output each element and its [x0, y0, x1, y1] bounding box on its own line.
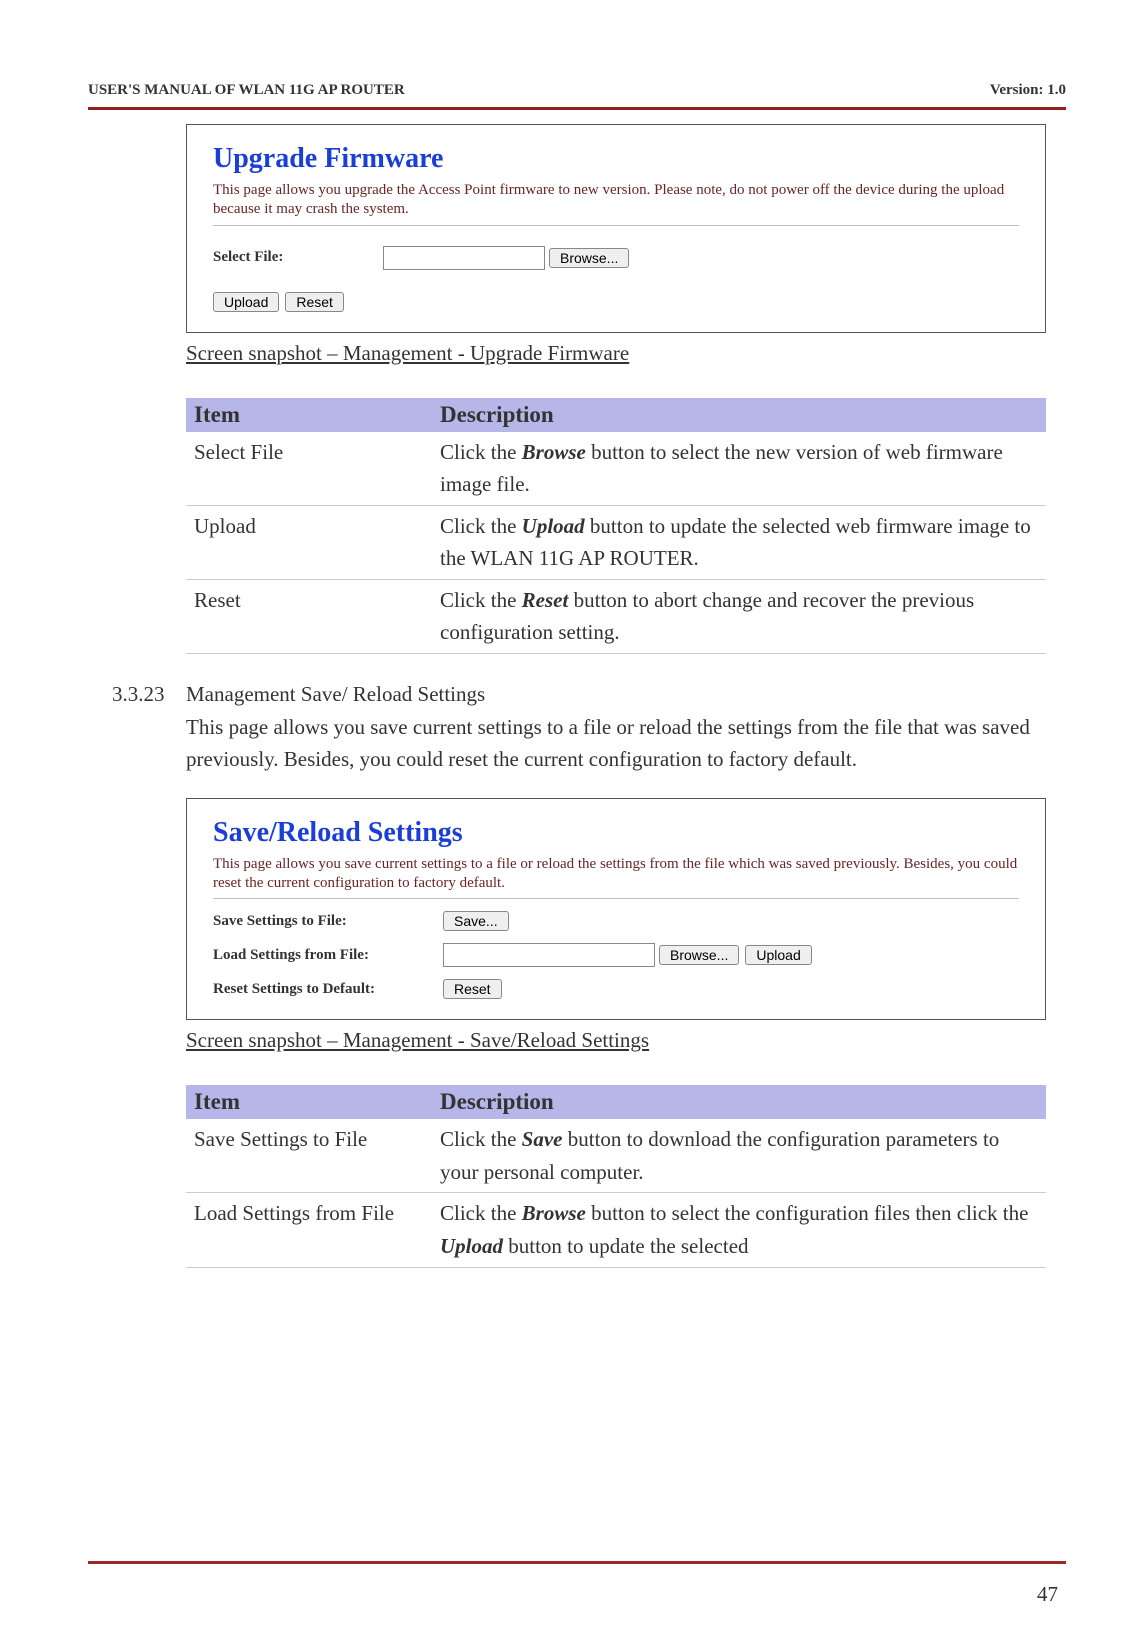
table-cell-item: Select File [186, 432, 432, 506]
panel-desc: This page allows you upgrade the Access … [213, 181, 1019, 219]
table-cell-item: Reset [186, 579, 432, 653]
doc-header-right: Version: 1.0 [990, 82, 1066, 99]
upgrade-firmware-table: Item Description Select File Click the B… [186, 398, 1046, 654]
panel-title: Upgrade Firmware [213, 143, 1019, 175]
table-cell-item: Save Settings to File [186, 1119, 432, 1193]
table-cell-desc: Click the Browse button to select the ne… [432, 432, 1046, 506]
reset-default-label: Reset Settings to Default: [213, 981, 443, 998]
table-row: Select File Click the Browse button to s… [186, 432, 1046, 506]
doc-header-left: USER'S MANUAL OF WLAN 11G AP ROUTER [88, 82, 405, 99]
table-cell-item: Load Settings from File [186, 1193, 432, 1267]
table-cell-desc: Click the Reset button to abort change a… [432, 579, 1046, 653]
select-file-input[interactable] [383, 246, 545, 270]
save-reload-panel: Save/Reload Settings This page allows yo… [186, 798, 1046, 1021]
load-file-input[interactable] [443, 943, 655, 967]
panel-title: Save/Reload Settings [213, 817, 1019, 849]
table-cell-desc: Click the Upload button to update the se… [432, 505, 1046, 579]
save-reload-table: Item Description Save Settings to File C… [186, 1085, 1046, 1267]
section-title: Management Save/ Reload Settings [186, 682, 485, 707]
table-cell-item: Upload [186, 505, 432, 579]
footer-rule [88, 1553, 1066, 1572]
reset-button[interactable]: Reset [285, 292, 344, 312]
table-row: Upload Click the Upload button to update… [186, 505, 1046, 579]
table-cell-desc: Click the Save button to download the co… [432, 1119, 1046, 1193]
upload-button[interactable]: Upload [213, 292, 279, 312]
page-number: 47 [1037, 1582, 1058, 1607]
browse-button[interactable]: Browse... [659, 945, 739, 965]
table-cell-desc: Click the Browse button to select the co… [432, 1193, 1046, 1267]
section-number: 3.3.23 [112, 682, 186, 707]
load-from-file-label: Load Settings from File: [213, 947, 443, 964]
table-head-desc: Description [432, 398, 1046, 432]
section-body: This page allows you save current settin… [186, 711, 1046, 776]
save-to-file-label: Save Settings to File: [213, 913, 443, 930]
panel-desc: This page allows you save current settin… [213, 855, 1019, 893]
table-head-item: Item [186, 398, 432, 432]
reset-button[interactable]: Reset [443, 979, 502, 999]
save-button[interactable]: Save... [443, 911, 509, 931]
upgrade-firmware-panel: Upgrade Firmware This page allows you up… [186, 124, 1046, 333]
table-head-desc: Description [432, 1085, 1046, 1119]
screenshot-caption: Screen snapshot – Management - Save/Relo… [186, 1028, 1046, 1053]
table-row: Load Settings from File Click the Browse… [186, 1193, 1046, 1267]
screenshot-caption: Screen snapshot – Management - Upgrade F… [186, 341, 1046, 366]
upload-button[interactable]: Upload [745, 945, 811, 965]
table-head-item: Item [186, 1085, 432, 1119]
select-file-label: Select File: [213, 249, 383, 266]
browse-button[interactable]: Browse... [549, 248, 629, 268]
table-row: Save Settings to File Click the Save but… [186, 1119, 1046, 1193]
table-row: Reset Click the Reset button to abort ch… [186, 579, 1046, 653]
